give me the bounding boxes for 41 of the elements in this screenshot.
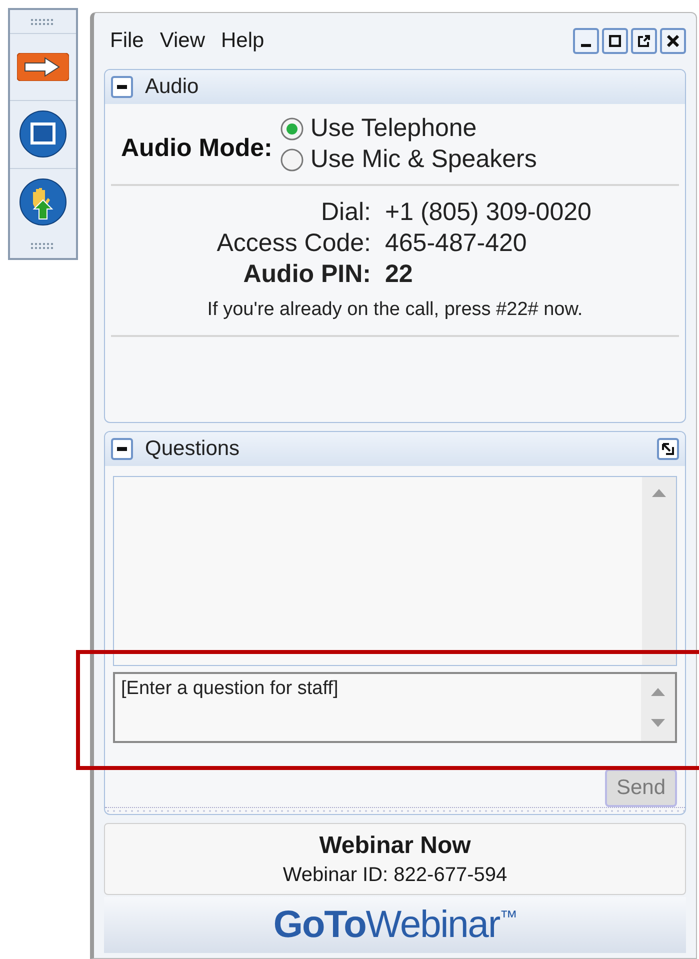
collapse-button[interactable] (111, 438, 133, 460)
question-field[interactable]: [Enter a question for staff] (113, 672, 677, 744)
radio-icon[interactable] (280, 116, 304, 140)
menu-item[interactable]: View (154, 29, 211, 53)
minus-icon (117, 85, 127, 89)
minimize-icon (581, 44, 591, 46)
field-label: Audio Mode: (121, 134, 272, 162)
menu-item[interactable]: File (104, 29, 150, 53)
maximize-button[interactable] (602, 28, 628, 54)
webinar-id: Webinar ID: 822-677-594 (282, 864, 508, 886)
detail-value: 22 (385, 260, 414, 289)
pop-out-icon (638, 35, 650, 47)
radio-icon[interactable] (280, 148, 304, 172)
menu-item[interactable]: Help (214, 29, 270, 53)
collapse-button[interactable] (111, 76, 133, 98)
raise-hand-icon[interactable] (19, 178, 67, 226)
minus-icon (117, 447, 127, 451)
panel-title: Audio (145, 75, 199, 99)
detail-label: Access Code: (216, 229, 371, 258)
detail-value: +1 (805) 309-0020 (385, 198, 592, 227)
note-text: If you're already on the call, press #22# now. (111, 299, 679, 337)
webinar-title: Webinar Now (319, 832, 471, 860)
pop-out-button[interactable] (657, 438, 679, 460)
scrollbar[interactable] (642, 477, 676, 666)
pop-out-icon (662, 443, 674, 455)
logo: GoToWebinar$^{™}$ (273, 904, 517, 946)
panel-title: Questions (145, 437, 240, 461)
grip-icon[interactable] (31, 243, 55, 250)
maximize-icon (609, 35, 621, 47)
screen-icon[interactable] (19, 110, 67, 158)
grip-icon[interactable] (31, 18, 55, 25)
detail-value: 465-487-420 (385, 229, 528, 258)
detail-label: Audio PIN: (242, 260, 371, 289)
radio-option[interactable]: Use Mic & Speakers (280, 145, 537, 174)
arrow-icon[interactable] (17, 53, 69, 82)
detail-label: Dial: (320, 198, 371, 227)
close-icon (667, 35, 679, 47)
close-button[interactable] (660, 28, 686, 54)
minimize-button[interactable] (573, 28, 599, 54)
pop-out-button[interactable] (631, 28, 657, 54)
radio-option[interactable]: Use Telephone (280, 114, 537, 143)
